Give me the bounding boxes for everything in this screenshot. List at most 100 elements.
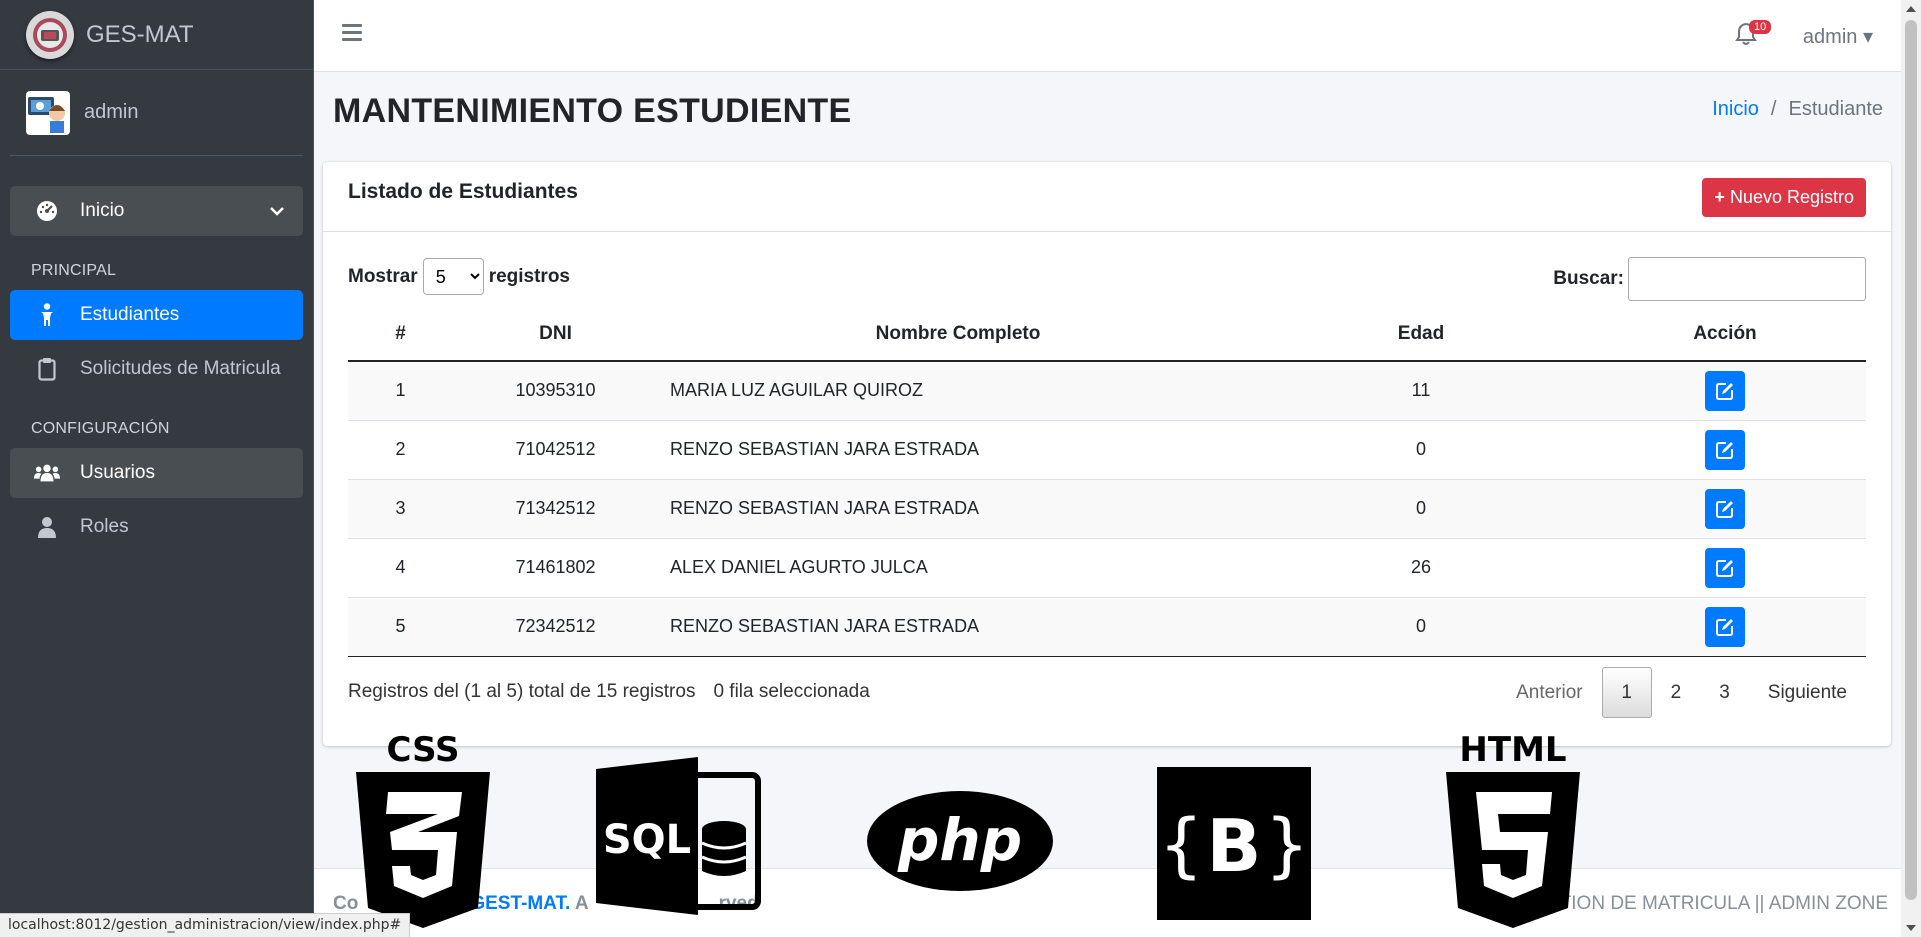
- table-row[interactable]: 3 71342512 RENZO SEBASTIAN JARA ESTRADA …: [348, 479, 1866, 539]
- brand-link[interactable]: GES-MAT: [0, 0, 313, 70]
- pagination-page-3[interactable]: 3: [1700, 667, 1749, 718]
- cell-action: [1584, 597, 1866, 657]
- sidebar-item-label: Estudiantes: [80, 304, 180, 325]
- pagination: Anterior 1 2 3 Siguiente: [1497, 667, 1866, 718]
- cell-dni: 71461802: [453, 538, 658, 598]
- cell-action: [1584, 420, 1866, 480]
- cell-age: 0: [1258, 479, 1584, 539]
- selection-info: 0 fila seleccionada: [713, 681, 870, 702]
- edit-icon: [1716, 500, 1733, 518]
- notification-count-badge: 10: [1749, 20, 1772, 34]
- edit-button[interactable]: [1705, 606, 1745, 647]
- edit-icon: [1716, 618, 1733, 636]
- card-header: Listado de Estudiantes + Nuevo Registro: [323, 162, 1891, 232]
- bootstrap-logo-text: B: [1207, 804, 1262, 888]
- footer: Co GEST-MAT. Arved GESTION DE MATRICULA |…: [314, 868, 1901, 937]
- col-header-age[interactable]: Edad: [1258, 307, 1584, 362]
- edit-button[interactable]: [1705, 547, 1745, 588]
- nav-header-principal: PRINCIPAL: [31, 262, 117, 279]
- cell-name: RENZO SEBASTIAN JARA ESTRADA: [658, 420, 1258, 480]
- breadcrumb-home-link[interactable]: Inicio: [1712, 98, 1759, 120]
- html-logo-text: HTML: [1459, 730, 1566, 770]
- users-icon: [34, 463, 60, 483]
- cell-age: 11: [1258, 361, 1584, 421]
- breadcrumb: Inicio / Estudiante: [1712, 98, 1883, 120]
- chevron-down-icon: [269, 200, 285, 222]
- sql-logo: SQL: [596, 757, 761, 915]
- table-row[interactable]: 2 71042512 RENZO SEBASTIAN JARA ESTRADA …: [348, 420, 1866, 480]
- menu-toggle-icon[interactable]: [342, 24, 362, 42]
- page-length-select[interactable]: 5: [422, 258, 484, 295]
- pagination-previous[interactable]: Anterior: [1497, 667, 1602, 718]
- sidebar-item-label: Usuarios: [80, 462, 155, 483]
- scrollbar-thumb[interactable]: [1905, 20, 1917, 900]
- notifications-button[interactable]: 10: [1735, 20, 1772, 50]
- col-header-action[interactable]: Acción: [1584, 307, 1866, 362]
- user-icon: [34, 516, 60, 538]
- sidebar-item-roles[interactable]: Roles: [10, 502, 303, 552]
- cell-number: 5: [348, 597, 453, 657]
- pagination-page-1[interactable]: 1: [1601, 667, 1652, 718]
- scroll-down-icon[interactable]: [1906, 925, 1916, 931]
- sidebar-item-usuarios[interactable]: Usuarios: [10, 448, 303, 498]
- edit-button[interactable]: [1705, 370, 1745, 411]
- cell-number: 4: [348, 538, 453, 598]
- table-row[interactable]: 1 10395310 MARIA LUZ AGUILAR QUIROZ 11: [348, 361, 1866, 421]
- records-label: registros: [488, 265, 570, 287]
- sidebar: GES-MAT admin Inicio PRINCIPAL Estudiant…: [0, 0, 314, 937]
- cell-name: MARIA LUZ AGUILAR QUIROZ: [658, 361, 1258, 421]
- table-row[interactable]: 4 71461802 ALEX DANIEL AGURTO JULCA 26: [348, 538, 1866, 598]
- cell-action: [1584, 479, 1866, 539]
- edit-button[interactable]: [1705, 429, 1745, 470]
- brand-logo: [26, 10, 74, 59]
- search-label: Buscar:: [1553, 268, 1624, 289]
- pagination-next[interactable]: Siguiente: [1749, 667, 1866, 718]
- status-bar-url: localhost:8012/gestion_administracion/vi…: [0, 913, 411, 937]
- user-name[interactable]: admin: [84, 101, 138, 124]
- page-length-control: Mostrar 5 registros: [348, 258, 570, 295]
- show-label: Mostrar: [348, 265, 418, 287]
- page-title: MANTENIMIENTO ESTUDIENTE: [333, 92, 852, 130]
- child-icon: [34, 303, 60, 327]
- col-header-number[interactable]: #: [348, 307, 453, 362]
- sidebar-nav: Inicio PRINCIPAL Estudiantes Solicitudes…: [0, 186, 313, 552]
- php-logo-text: php: [897, 806, 1022, 874]
- cell-number: 2: [348, 420, 453, 480]
- cell-action: [1584, 538, 1866, 598]
- col-header-name[interactable]: Nombre Completo: [658, 307, 1258, 362]
- cell-dni: 10395310: [453, 361, 658, 421]
- scroll-up-icon[interactable]: [1906, 6, 1916, 12]
- brand-name: GES-MAT: [86, 20, 194, 48]
- edit-button[interactable]: [1705, 488, 1745, 529]
- sidebar-item-solicitudes[interactable]: Solicitudes de Matricula: [10, 344, 303, 394]
- table-info: Registros del (1 al 5) total de 15 regis…: [348, 681, 870, 703]
- new-record-label: Nuevo Registro: [1729, 187, 1854, 207]
- col-header-dni[interactable]: DNI: [453, 307, 658, 362]
- sidebar-item-inicio[interactable]: Inicio: [10, 186, 303, 236]
- cell-age: 0: [1258, 420, 1584, 480]
- caret-down-icon: ▾: [1862, 26, 1873, 48]
- edit-icon: [1716, 441, 1733, 459]
- card-title: Listado de Estudiantes: [348, 180, 578, 203]
- user-panel: admin: [10, 70, 303, 156]
- cell-name: RENZO SEBASTIAN JARA ESTRADA: [658, 479, 1258, 539]
- cell-number: 1: [348, 361, 453, 421]
- cell-dni: 71042512: [453, 420, 658, 480]
- cell-dni: 71342512: [453, 479, 658, 539]
- edit-icon: [1716, 382, 1733, 400]
- pagination-page-2[interactable]: 2: [1652, 667, 1701, 718]
- cell-age: 0: [1258, 597, 1584, 657]
- page-scrollbar[interactable]: [1901, 0, 1921, 937]
- sql-logo-text: SQL: [603, 817, 691, 863]
- dashboard-icon: [34, 200, 60, 222]
- new-record-button[interactable]: + Nuevo Registro: [1702, 178, 1866, 217]
- user-dropdown[interactable]: admin ▾: [1803, 24, 1873, 49]
- sidebar-item-estudiantes[interactable]: Estudiantes: [10, 290, 303, 340]
- breadcrumb-current: Estudiante: [1788, 98, 1883, 120]
- table-row[interactable]: 5 72342512 RENZO SEBASTIAN JARA ESTRADA …: [348, 597, 1866, 657]
- user-dropdown-label: admin: [1802, 26, 1858, 48]
- table-header-row: # DNI Nombre Completo Edad Acción: [348, 307, 1866, 362]
- php-logo: php: [867, 791, 1053, 891]
- html5-logo: HTML: [1446, 730, 1580, 928]
- search-input[interactable]: [1628, 257, 1866, 301]
